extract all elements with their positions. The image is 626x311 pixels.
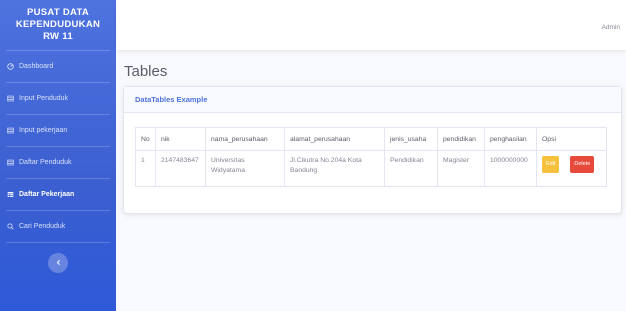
sidebar-item-input-penduduk[interactable]: Input Penduduk (0, 83, 116, 114)
table-icon (7, 95, 14, 102)
edit-button[interactable]: Edit (542, 156, 560, 173)
sidebar: PUSAT DATA KEPENDUDUKAN RW 11 Dashboard … (0, 0, 116, 311)
dashboard-icon (7, 63, 14, 70)
sidebar-toggle-wrap (0, 253, 116, 273)
cell-penghasilan: 1000000000 (484, 150, 537, 187)
cell-pendidikan: Magister (437, 150, 485, 187)
cell-nama-perusahaan: Universitas Widyatama (205, 150, 285, 187)
brand-line-2: KEPENDUDUKAN (15, 19, 101, 30)
user-menu[interactable]: Admin (602, 24, 620, 31)
cell-no: 1 (135, 150, 156, 187)
sidebar-item-daftar-pekerjaan[interactable]: Daftar Pekerjaan (0, 179, 116, 210)
search-icon (7, 223, 14, 230)
column-header-penghasilan[interactable]: penghasilan (484, 127, 537, 151)
column-header-nik[interactable]: nik (155, 127, 206, 151)
delete-button[interactable]: Delete (570, 156, 595, 173)
sidebar-brand[interactable]: PUSAT DATA KEPENDUDUKAN RW 11 (0, 0, 116, 50)
column-header-opsi: Opsi (536, 127, 607, 151)
sidebar-item-label: Daftar Penduduk (19, 159, 72, 166)
sidebar-item-label: Daftar Pekerjaan (19, 191, 75, 198)
brand-line-1: PUSAT DATA (26, 7, 90, 18)
sidebar-item-daftar-penduduk[interactable]: Daftar Penduduk (0, 147, 116, 178)
column-header-alamat-perusahaan[interactable]: alamat_perusahaan (284, 127, 385, 151)
sidebar-item-label: Input pekerjaan (19, 127, 68, 134)
cell-alamat-perusahaan: Jl.Cikutra No.204a Kota Bandung (284, 150, 385, 187)
column-header-nama-perusahaan[interactable]: nama_perusahaan (205, 127, 285, 151)
cell-nik: 2147483647 (155, 150, 206, 187)
table-icon (7, 159, 14, 166)
sidebar-divider (6, 242, 110, 243)
data-table: No nik nama_perusahaan alamat_perusahaan… (135, 127, 607, 187)
table-row: 1 2147483647 Universitas Widyatama Jl.Ci… (135, 150, 607, 187)
sidebar-item-label: Cari Penduduk (19, 223, 66, 230)
column-header-jenis-usaha[interactable]: jenis_usaha (384, 127, 438, 151)
chevron-left-icon (55, 259, 62, 268)
card-header: DataTables Example (124, 87, 621, 113)
cell-opsi: Edit Delete (536, 150, 607, 187)
table-header-row: No nik nama_perusahaan alamat_perusahaan… (135, 127, 607, 151)
topbar: Admin (116, 0, 626, 50)
page-title: Tables (124, 63, 168, 80)
column-header-no[interactable]: No (135, 127, 156, 151)
sidebar-item-input-pekerjaan[interactable]: Input pekerjaan (0, 115, 116, 146)
table-icon (7, 127, 14, 134)
cell-jenis-usaha: Pendidikan (384, 150, 438, 187)
column-header-pendidikan[interactable]: pendidikan (437, 127, 485, 151)
sidebar-item-dashboard[interactable]: Dashboard (0, 51, 116, 82)
sidebar-item-label: Dashboard (19, 63, 54, 70)
table-icon (7, 191, 14, 198)
brand-line-3: RW 11 (43, 31, 73, 42)
datatable-card: DataTables Example No nik nama_perusahaa… (123, 86, 622, 214)
sidebar-item-label: Input Penduduk (19, 95, 69, 102)
sidebar-item-cari-penduduk[interactable]: Cari Penduduk (0, 211, 116, 242)
sidebar-toggle-button[interactable] (48, 253, 68, 273)
